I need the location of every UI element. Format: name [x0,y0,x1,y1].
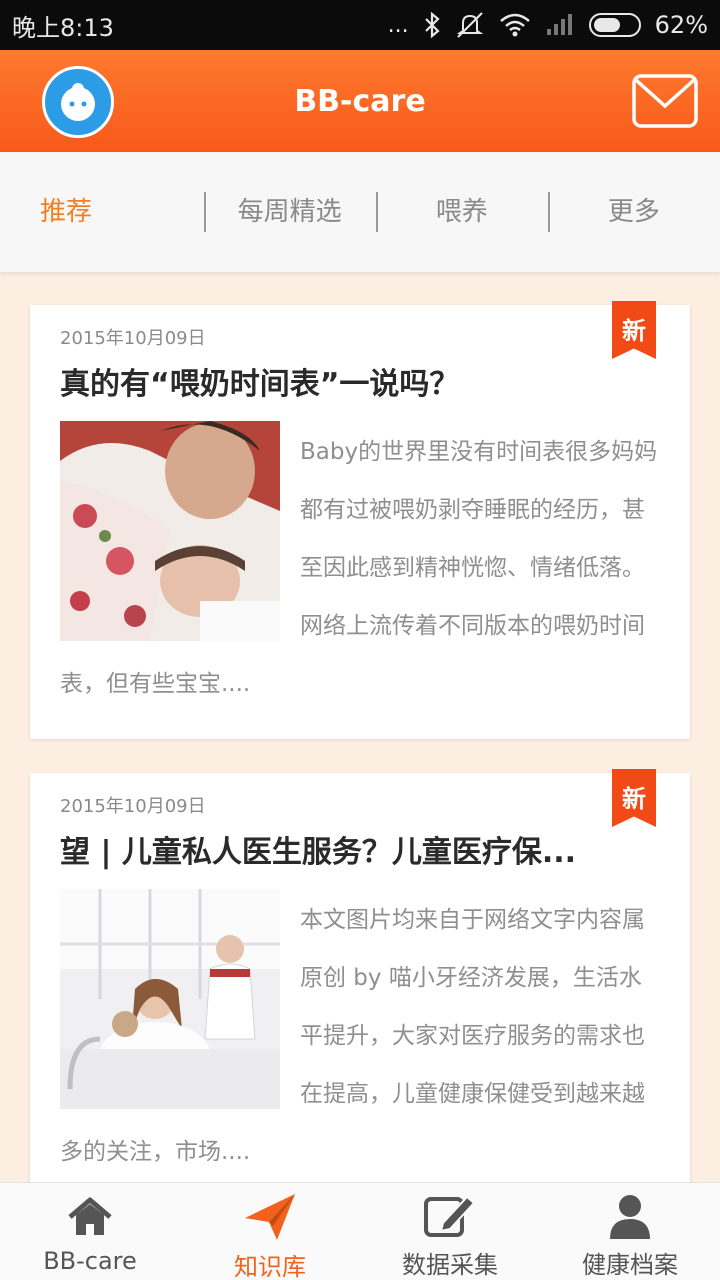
wifi-icon [499,13,531,37]
mail-icon[interactable] [632,74,698,128]
battery-icon [588,13,641,37]
signal-icon [545,13,575,37]
nav-knowledge-base[interactable]: 知识库 [180,1183,360,1280]
nav-label: 数据采集 [402,1251,498,1279]
nav-label: 知识库 [234,1253,306,1280]
article-date: 2015年10月09日 [60,328,206,349]
article-feed: 新 2015年10月09日 真的有“喂奶时间表”一说吗？ Baby的世界里没有时… [30,301,690,1241]
nav-health-records[interactable]: 健康档案 [540,1183,720,1280]
tab-feeding[interactable]: 喂养 [375,192,548,232]
tab-weekly-picks[interactable]: 每周精选 [203,192,376,232]
more-dots-icon: ... [387,12,409,38]
tab-recommended[interactable]: 推荐 [0,192,204,232]
article-title[interactable]: 望 | 儿童私人医生服务？儿童医疗保... [60,833,660,873]
category-tabs: 推荐 每周精选 喂养 更多 [0,152,720,272]
status-bar: 晚上8:13 ... 62% [0,0,720,50]
baby-face-icon[interactable] [42,66,114,138]
edit-icon [423,1193,477,1239]
girl-with-doctor-photo[interactable] [60,889,280,1109]
app-title: BB-care [294,83,426,119]
paper-plane-icon [243,1193,297,1241]
battery-fill [593,18,620,32]
nav-label: BB-care [43,1247,137,1275]
article-body: 本文图片均来自于网络文字内容属原创 by 喵小牙经济发展，生活水平提升，大家对医… [60,889,660,1181]
bluetooth-icon [423,12,441,38]
tab-more[interactable]: 更多 [547,192,720,232]
nav-bbcare[interactable]: BB-care [0,1183,180,1280]
mute-icon [455,11,485,39]
article-card[interactable]: 新 2015年10月09日 真的有“喂奶时间表”一说吗？ Baby的世界里没有时… [30,301,690,739]
article-date: 2015年10月09日 [60,796,206,817]
article-card[interactable]: 新 2015年10月09日 望 | 儿童私人医生服务？儿童医疗保... 本文图片… [30,769,690,1207]
bottom-navigation: BB-care 知识库 数据采集 健康档案 [0,1182,720,1280]
app-bar: BB-care [0,50,720,152]
article-title[interactable]: 真的有“喂奶时间表”一说吗？ [60,365,660,405]
status-icons: ... 62% [388,11,708,39]
battery-percent: 62% [654,11,708,39]
status-time: 晚上8:13 [12,13,114,42]
mother-nursing-baby-photo[interactable] [60,421,280,641]
user-icon [608,1193,652,1239]
nav-data-collection[interactable]: 数据采集 [360,1183,540,1280]
home-icon [66,1193,114,1241]
nav-label: 健康档案 [582,1251,678,1279]
article-body: Baby的世界里没有时间表很多妈妈都有过被喂奶剥夺睡眠的经历，甚至因此感到精神恍… [60,421,660,713]
